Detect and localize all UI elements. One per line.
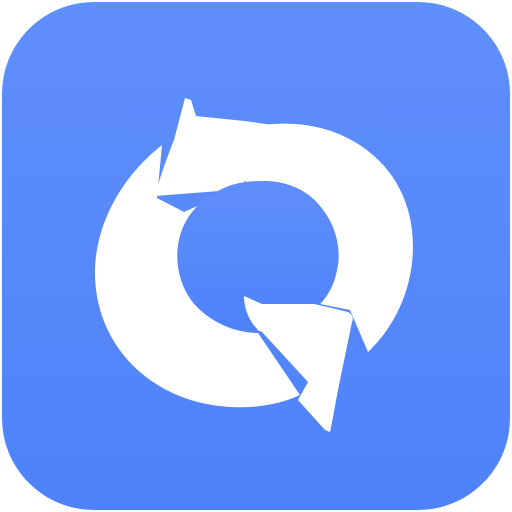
refresh-sync-icon[interactable] bbox=[0, 0, 512, 512]
app-icon-canvas bbox=[0, 0, 512, 512]
